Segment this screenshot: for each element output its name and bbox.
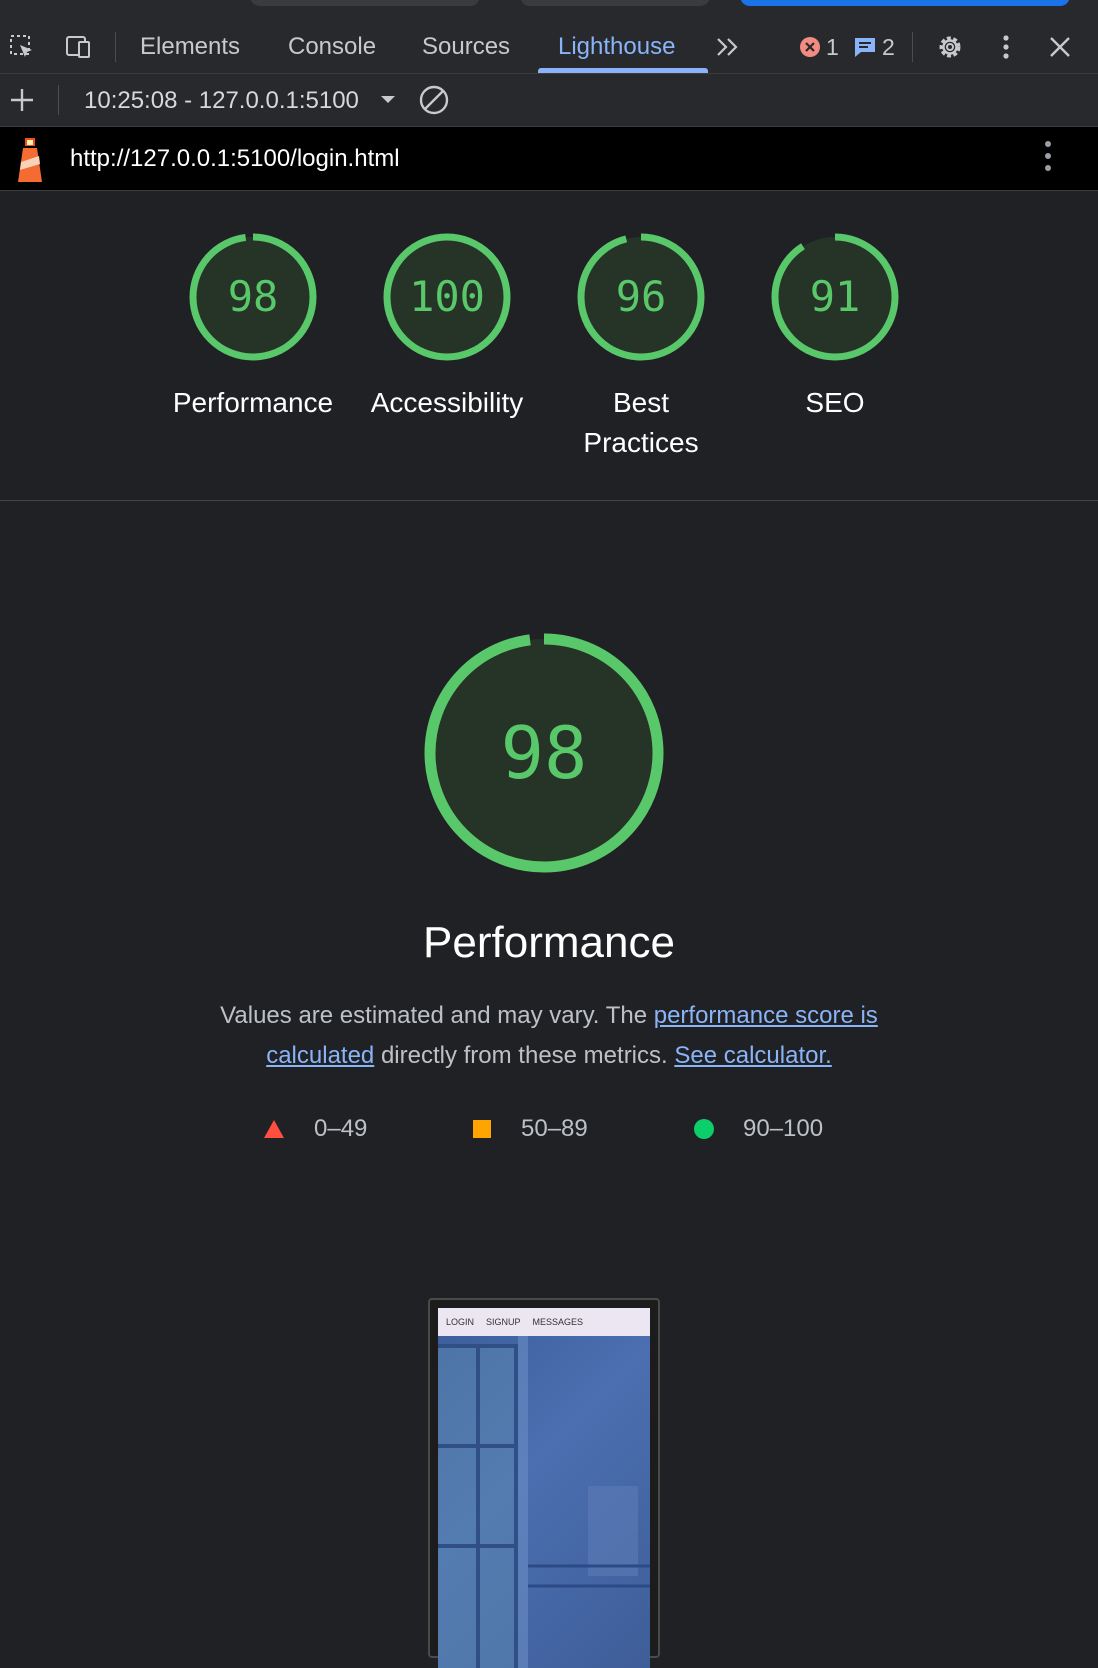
legend-fail: 0–49 [262, 1114, 367, 1144]
lighthouse-logo-icon [12, 137, 48, 183]
tab-console[interactable]: Console [288, 20, 376, 74]
device-toolbar-icon[interactable] [62, 32, 94, 62]
legend-label: 50–89 [521, 1115, 588, 1142]
inspect-element-icon[interactable] [6, 32, 38, 62]
error-icon [800, 37, 820, 57]
report-url-bar: http://127.0.0.1:5100/login.html [0, 127, 1098, 191]
report-url: http://127.0.0.1:5100/login.html [70, 145, 400, 172]
chevron-down-icon[interactable] [372, 85, 404, 115]
score-number: 91 [810, 272, 861, 321]
performance-description: Values are estimated and may vary. The p… [180, 996, 918, 1076]
toolbar-divider [912, 32, 913, 62]
score-ring: 100 [383, 233, 511, 361]
score-number: 98 [228, 272, 279, 321]
tab-elements[interactable]: Elements [140, 20, 240, 74]
performance-score-gauge: 98 [424, 633, 664, 873]
gauge-accessibility[interactable]: 100 Accessibility [357, 231, 537, 423]
report-selector[interactable]: 10:25:08 - 127.0.0.1:5100 [84, 74, 359, 127]
browser-top-strip [0, 0, 1098, 20]
legend-label: 90–100 [743, 1115, 824, 1142]
lighthouse-report-bar: 10:25:08 - 127.0.0.1:5100 [0, 74, 1098, 127]
devtools-toolbar: Elements Console Sources Lighthouse 1 2 [0, 20, 1098, 74]
final-screenshot-thumbnail[interactable]: LOGIN SIGNUP MESSAGES [428, 1298, 660, 1668]
thumbnail-nav: LOGIN SIGNUP MESSAGES [438, 1308, 650, 1336]
more-tabs-icon[interactable] [712, 32, 744, 62]
square-icon [473, 1120, 491, 1138]
error-counter[interactable]: 1 [798, 32, 839, 62]
legend-pass: 90–100 [693, 1114, 823, 1144]
thumbnail-nav-item: LOGIN [446, 1317, 475, 1327]
thumbnail-nav-item: MESSAGES [532, 1317, 584, 1327]
score-number: 96 [616, 272, 667, 321]
more-options-icon[interactable] [990, 32, 1022, 62]
browser-tab-pill [250, 0, 480, 6]
error-count: 1 [826, 33, 839, 60]
clear-reports-icon[interactable] [418, 85, 450, 115]
triangle-icon [264, 1120, 284, 1138]
browser-tab-pill-active [740, 0, 1070, 6]
see-calculator-link[interactable]: See calculator. [674, 1042, 831, 1069]
toolbar-divider [115, 32, 116, 62]
thumbnail-nav-item: SIGNUP [486, 1317, 521, 1327]
tab-lighthouse[interactable]: Lighthouse [558, 20, 675, 74]
description-text: directly from these metrics. [374, 1042, 675, 1069]
gauge-best-practices[interactable]: 96 Best Practices [551, 231, 731, 463]
report-menu-icon[interactable] [1032, 141, 1064, 171]
toolbar-divider [58, 85, 59, 115]
settings-gear-icon[interactable] [934, 32, 966, 62]
message-count: 2 [882, 33, 895, 60]
new-report-plus-icon[interactable] [6, 85, 38, 115]
gauge-seo[interactable]: 91 SEO [745, 231, 925, 423]
close-devtools-icon[interactable] [1044, 32, 1076, 62]
thumbnail-background-image [438, 1336, 650, 1668]
browser-tab-pill [520, 0, 710, 6]
message-counter[interactable]: 2 [852, 32, 895, 62]
performance-score-number: 98 [501, 711, 588, 795]
tab-sources[interactable]: Sources [422, 20, 510, 74]
legend-label: 0–49 [314, 1115, 368, 1142]
score-ring: 96 [577, 233, 705, 361]
gauge-label: Accessibility [370, 387, 524, 418]
gauge-label: Performance [172, 387, 334, 418]
description-text: Values are estimated and may vary. The [220, 1002, 654, 1029]
legend-average: 50–89 [471, 1114, 588, 1144]
score-ring: 91 [771, 233, 899, 361]
active-tab-indicator [538, 68, 708, 73]
gauge-label: SEO [805, 387, 865, 418]
screenshot-frame: LOGIN SIGNUP MESSAGES [438, 1308, 650, 1668]
score-number: 100 [409, 272, 485, 321]
gauge-performance[interactable]: 98 Performance [163, 231, 343, 423]
category-gauges: 98 Performance 100 Accessibility 96 Best… [0, 191, 1098, 501]
message-icon [855, 38, 875, 57]
gauge-label: Best Practices [583, 387, 699, 458]
circle-icon [694, 1119, 714, 1139]
performance-title: Performance [423, 918, 675, 967]
score-ring: 98 [189, 233, 317, 361]
